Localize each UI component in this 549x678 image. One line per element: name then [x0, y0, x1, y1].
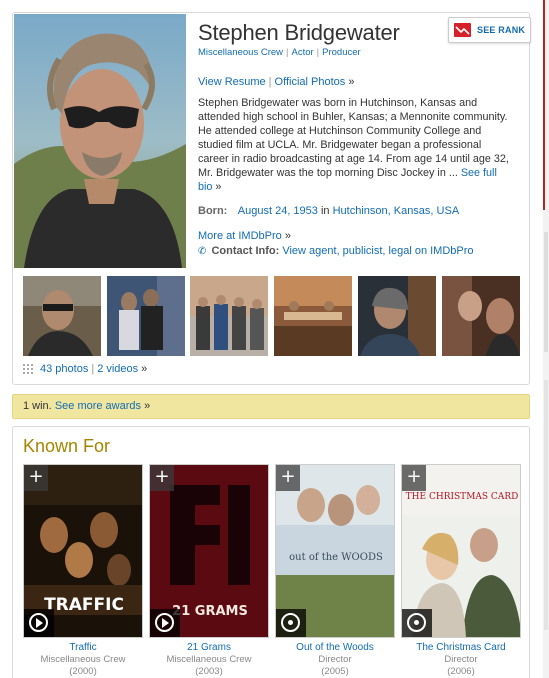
photo-thumbnail[interactable] [107, 276, 185, 356]
photo-thumbnail[interactable] [274, 276, 352, 356]
see-rank-label: SEE RANK [477, 25, 526, 35]
raquo-arrow: » [348, 76, 355, 88]
view-resume-link[interactable]: View Resume [198, 76, 266, 88]
born-in-text: in [320, 205, 330, 217]
birth-info: Born: August 24, 1953 in Hutchinson, Kan… [198, 205, 459, 217]
awards-summary: 1 win. [23, 400, 52, 412]
raquo-arrow: » [284, 230, 291, 242]
add-to-watchlist-icon[interactable]: + [24, 465, 48, 491]
see-rank-button[interactable]: SEE RANK [448, 17, 531, 43]
contact-info-label: Contact Info: [211, 245, 280, 257]
play-trailer-icon[interactable] [150, 609, 180, 637]
media-links: 43 photos | 2 videos » [23, 363, 147, 375]
job-producer-link[interactable]: Producer [322, 47, 361, 58]
birth-place-link[interactable]: Hutchinson, Kansas, USA [333, 205, 460, 217]
born-label: Born: [198, 205, 228, 217]
known-for-item[interactable]: 21 GRAMS + 21 Grams Miscellaneous Crew (… [149, 464, 269, 677]
movie-poster[interactable]: 21 GRAMS + [149, 464, 269, 638]
phone-icon: ✆ [198, 246, 207, 257]
photo-thumbnail[interactable] [358, 276, 436, 356]
contact-info-link[interactable]: View agent, publicist, legal on IMDbPro [282, 245, 473, 257]
poster-title: out of the WOODS [289, 552, 383, 563]
right-edge-scrollbar [543, 0, 549, 678]
raquo-arrow: » [215, 181, 222, 193]
photo-strip [23, 276, 521, 356]
known-for-item[interactable]: THE CHRISTMAS CARD + The Christmas Card … [401, 464, 521, 677]
film-title-link[interactable]: 21 Grams [187, 642, 231, 653]
play-trailer-icon[interactable] [24, 609, 54, 637]
grid-icon [23, 364, 33, 374]
contact-info: ✆ Contact Info: View agent, publicist, l… [198, 245, 474, 257]
main-photo[interactable] [14, 14, 186, 268]
film-year: (2003) [195, 666, 223, 677]
job-actor-link[interactable]: Actor [291, 47, 313, 58]
film-role: Miscellaneous Crew [166, 654, 252, 665]
raquo-arrow: » [141, 363, 148, 375]
movie-poster[interactable]: out of the WOODS + [275, 464, 395, 638]
more-at-imdbpro-link[interactable]: More at IMDbPro [198, 230, 282, 242]
link-separator: | [91, 363, 95, 375]
job-misc-crew-link[interactable]: Miscellaneous Crew [198, 47, 283, 58]
film-role: Director [318, 654, 352, 665]
name-overview-card: Stephen Bridgewater Miscellaneous Crew | A… [12, 12, 531, 385]
resume-photos-links: View Resume | Official Photos » [198, 76, 354, 88]
job-separator: | [316, 47, 320, 58]
birth-date-link[interactable]: August 24, 1953 [238, 205, 318, 217]
film-year: (2006) [447, 666, 475, 677]
photo-thumbnail[interactable] [442, 276, 520, 356]
see-more-awards-link[interactable]: See more awards [55, 400, 141, 412]
movie-poster[interactable]: TRAFFIC + [23, 464, 143, 638]
film-year: (2005) [321, 666, 349, 677]
known-for-heading: Known For [23, 436, 111, 456]
bio-summary: Stephen Bridgewater was born in Hutchins… [198, 96, 513, 194]
person-name: Stephen Bridgewater [198, 20, 400, 45]
starmeter-icon [454, 23, 471, 37]
videos-link[interactable]: 2 videos [97, 363, 138, 375]
add-to-watchlist-icon[interactable]: + [402, 465, 426, 491]
add-to-watchlist-icon[interactable]: + [276, 465, 300, 491]
play-trailer-icon[interactable] [402, 609, 432, 637]
photo-thumbnail[interactable] [23, 276, 101, 356]
film-role: Director [444, 654, 478, 665]
movie-poster[interactable]: THE CHRISTMAS CARD + [401, 464, 521, 638]
link-separator: | [268, 76, 272, 88]
film-title-link[interactable]: Traffic [69, 642, 96, 653]
known-for-item[interactable]: out of the WOODS + Out of the Woods Dire… [275, 464, 395, 677]
right-edge-accent [543, 0, 545, 210]
film-title-link[interactable]: The Christmas Card [416, 642, 505, 653]
film-title-link[interactable]: Out of the Woods [296, 642, 374, 653]
film-year: (2000) [69, 666, 97, 677]
photo-thumbnail[interactable] [190, 276, 268, 356]
poster-title: THE CHRISTMAS CARD [406, 492, 519, 502]
awards-bar: 1 win. See more awards » [12, 394, 530, 419]
more-at-imdbpro: More at IMDbPro » [198, 230, 291, 242]
right-edge-panel [544, 380, 548, 630]
film-role: Miscellaneous Crew [40, 654, 126, 665]
poster-title: TRAFFIC [44, 595, 124, 615]
right-edge-panel [544, 232, 548, 352]
poster-title: 21 GRAMS [172, 604, 248, 619]
job-categories: Miscellaneous Crew | Actor | Producer [198, 47, 361, 58]
play-trailer-icon[interactable] [276, 609, 306, 637]
raquo-arrow: » [144, 400, 151, 412]
photos-link[interactable]: 43 photos [40, 363, 88, 375]
official-photos-link[interactable]: Official Photos [275, 76, 346, 88]
add-to-watchlist-icon[interactable]: + [150, 465, 174, 491]
job-separator: | [286, 47, 289, 58]
known-for-section: Known For TRAFFIC + Traffic Miscellaneou… [12, 426, 530, 678]
known-for-item[interactable]: TRAFFIC + Traffic Miscellaneous Crew (20… [23, 464, 143, 677]
